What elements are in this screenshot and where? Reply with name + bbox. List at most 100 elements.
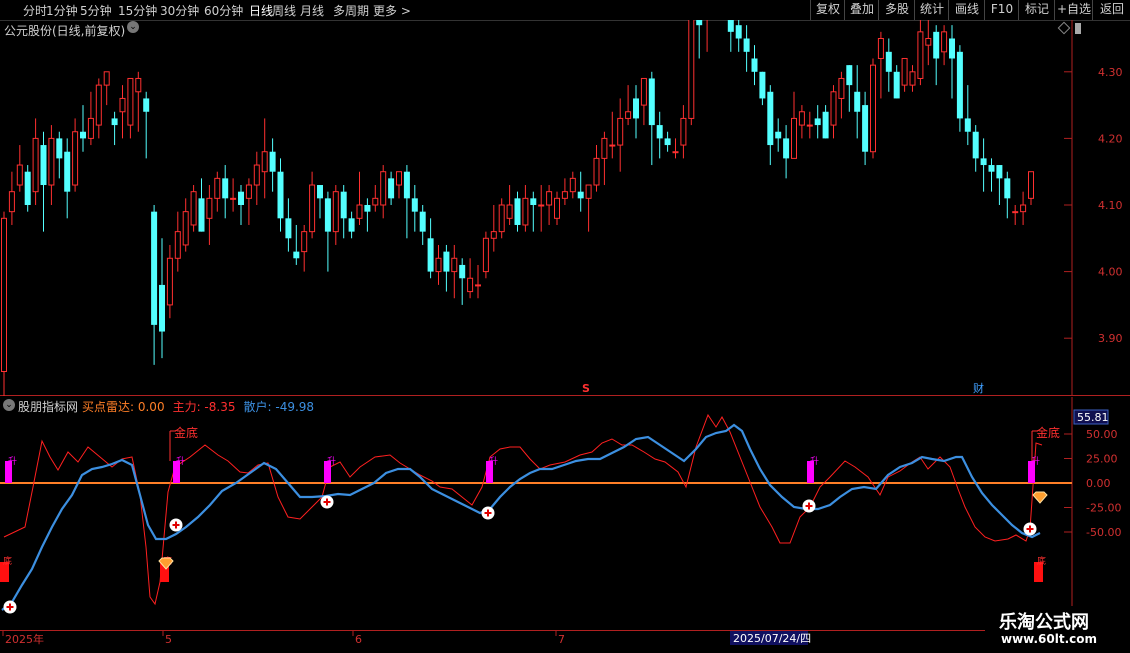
candle-body-down[interactable] <box>648 78 655 126</box>
candle-body-down[interactable] <box>80 131 86 139</box>
candle-body-up[interactable] <box>680 117 687 146</box>
candle-body-up[interactable] <box>1028 171 1034 199</box>
toolbar-button[interactable]: 返回 <box>1092 0 1130 20</box>
candle-body-up[interactable] <box>16 164 23 186</box>
candle-body-up[interactable] <box>538 204 545 207</box>
candle-body-up[interactable] <box>8 191 15 213</box>
candle-body-down[interactable] <box>151 211 158 325</box>
tab-period[interactable]: 30分钟 <box>160 2 199 19</box>
candle-body-up[interactable] <box>925 38 932 46</box>
candle-body-down[interactable] <box>964 118 971 132</box>
candle-body-down[interactable] <box>340 191 347 219</box>
candle-body-up[interactable] <box>214 177 221 199</box>
candle-body-up[interactable] <box>941 31 948 53</box>
candle-body-down[interactable] <box>956 51 963 119</box>
candle-body-up[interactable] <box>640 77 647 106</box>
candle-body-up[interactable] <box>672 151 679 154</box>
candle-body-up[interactable] <box>72 131 79 186</box>
candle-body-up[interactable] <box>522 197 529 226</box>
candle-body-down[interactable] <box>767 91 774 146</box>
candle-body-up[interactable] <box>688 18 695 119</box>
signal-marker-s[interactable]: S <box>582 382 590 395</box>
candle-body-down[interactable] <box>411 198 418 212</box>
candle-body-up[interactable] <box>609 144 616 147</box>
candle-body-up[interactable] <box>917 31 924 79</box>
candle-body-up[interactable] <box>396 171 402 186</box>
candle-body-down[interactable] <box>727 0 734 32</box>
candle-body-up[interactable] <box>561 191 568 199</box>
candle-body-down[interactable] <box>269 151 276 172</box>
candle-body-up[interactable] <box>174 231 181 259</box>
candle-body-up[interactable] <box>909 71 916 86</box>
candle-body-down[interactable] <box>854 91 861 112</box>
candle-body-up[interactable] <box>435 257 442 273</box>
toolbar-button[interactable]: F10 <box>984 0 1019 20</box>
candle-body-down[interactable] <box>24 171 31 205</box>
candle-body-down[interactable] <box>577 191 584 199</box>
toolbar-button[interactable]: +自选 <box>1054 0 1093 20</box>
candle-body-down[interactable] <box>759 71 766 99</box>
candle-body-up[interactable] <box>601 137 608 159</box>
candle-body-down[interactable] <box>893 71 900 99</box>
candle-body-up[interactable] <box>1020 204 1027 213</box>
candle-body-down[interactable] <box>988 165 995 172</box>
candle-body-down[interactable] <box>783 138 790 159</box>
tab-period[interactable]: 5分钟 <box>80 2 112 19</box>
scroll-handle-icon[interactable] <box>1075 23 1081 34</box>
candle-body-down[interactable] <box>56 138 63 159</box>
indicator-panel[interactable]: 55.8150.0025.000.00-25.00-50.00升升升升升升底底底… <box>0 397 1130 630</box>
candle-body-down[interactable] <box>443 251 450 272</box>
toolbar-button[interactable]: 叠加 <box>844 0 879 20</box>
candle-body-down[interactable] <box>40 145 47 186</box>
candle-body-down[interactable] <box>696 5 703 26</box>
tab-period[interactable]: 日线 <box>249 2 273 19</box>
candle-body-up[interactable] <box>253 164 260 186</box>
candle-body-down[interactable] <box>664 138 671 146</box>
candle-body-up[interactable] <box>1012 211 1019 214</box>
candle-body-down[interactable] <box>277 171 284 219</box>
candle-body-up[interactable] <box>451 257 458 273</box>
candle-body-down[interactable] <box>293 251 300 259</box>
candle-body-down[interactable] <box>862 105 869 152</box>
candle-body-down[interactable] <box>285 218 292 239</box>
candle-body-up[interactable] <box>332 191 339 233</box>
candle-body-down[interactable] <box>530 198 537 205</box>
candle-body-up[interactable] <box>380 171 387 206</box>
toolbar-button[interactable]: 复权 <box>810 0 845 20</box>
candle-body-up[interactable] <box>166 257 173 306</box>
candle-body-down[interactable] <box>743 38 750 52</box>
candle-body-down[interactable] <box>427 238 434 272</box>
candle-body-down[interactable] <box>633 98 639 119</box>
tab-period[interactable]: 60分钟 <box>204 2 243 19</box>
candle-body-up[interactable] <box>261 151 268 173</box>
candle-body-down[interactable] <box>775 131 782 139</box>
candle-body-up[interactable] <box>301 231 308 253</box>
candle-body-up[interactable] <box>901 57 908 86</box>
candle-body-down[interactable] <box>238 191 244 205</box>
candle-body-down[interactable] <box>822 111 829 139</box>
candle-body-up[interactable] <box>554 197 560 219</box>
candle-body-up[interactable] <box>87 117 94 139</box>
candle-body-up[interactable] <box>798 111 805 126</box>
candle-body-down[interactable] <box>403 171 410 199</box>
candle-body-up[interactable] <box>32 137 39 193</box>
candle-body-down[interactable] <box>364 205 371 212</box>
candle-body-down[interactable] <box>388 178 395 199</box>
tab-period[interactable]: 分时 <box>23 2 47 19</box>
candle-body-up[interactable] <box>585 184 592 199</box>
candle-body-up[interactable] <box>791 117 797 159</box>
candle-body-up[interactable] <box>482 237 489 273</box>
candle-body-up[interactable] <box>103 71 110 86</box>
tab-period[interactable]: 更多 > <box>373 2 411 19</box>
tab-period[interactable]: 15分钟 <box>118 2 157 19</box>
toolbar-button[interactable]: 画线 <box>948 0 985 20</box>
candle-body-down[interactable] <box>198 198 205 232</box>
candle-body-down[interactable] <box>111 118 118 126</box>
candle-body-down[interactable] <box>996 165 1003 179</box>
candle-body-up[interactable] <box>838 77 845 99</box>
candle-body-up[interactable] <box>546 191 553 206</box>
diamond-icon[interactable] <box>1057 21 1071 35</box>
candle-body-down[interactable] <box>143 98 150 112</box>
candle-body-up[interactable] <box>127 77 134 126</box>
candle-body-up[interactable] <box>593 157 600 186</box>
